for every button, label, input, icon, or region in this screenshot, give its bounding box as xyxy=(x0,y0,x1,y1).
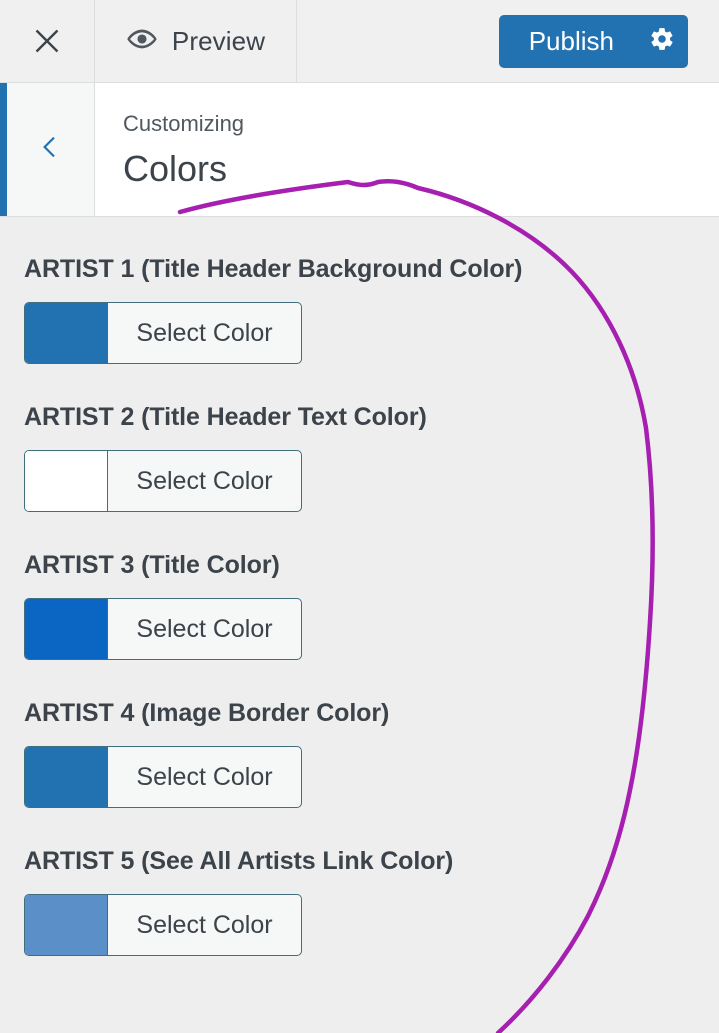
color-picker-artist-2[interactable]: Select Color xyxy=(24,450,302,512)
control-artist-4: ARTIST 4 (Image Border Color) Select Col… xyxy=(24,699,719,812)
preview-button-label: Preview xyxy=(171,25,266,56)
control-artist-5: ARTIST 5 (See All Artists Link Color) Se… xyxy=(24,847,719,960)
color-picker-artist-1[interactable]: Select Color xyxy=(24,302,302,364)
color-swatch[interactable] xyxy=(25,599,108,659)
chevron-left-icon xyxy=(37,133,65,166)
control-artist-1: ARTIST 1 (Title Header Background Color)… xyxy=(24,255,719,368)
color-picker-artist-3[interactable]: Select Color xyxy=(24,598,302,660)
preview-button[interactable]: Preview xyxy=(95,0,297,82)
customizer-topbar: Preview Publish xyxy=(0,0,719,83)
select-color-button[interactable]: Select Color xyxy=(108,895,301,955)
publish-area: Publish xyxy=(498,0,719,82)
close-customizer-button[interactable] xyxy=(0,0,95,82)
back-button[interactable] xyxy=(7,83,95,216)
color-picker-artist-4[interactable]: Select Color xyxy=(24,746,302,808)
panel-accent-bar xyxy=(0,83,7,216)
page-title: Colors xyxy=(123,147,228,189)
color-swatch[interactable] xyxy=(25,895,108,955)
color-swatch[interactable] xyxy=(25,303,108,363)
eye-icon xyxy=(126,23,158,60)
breadcrumb: Customizing xyxy=(123,110,245,136)
select-color-button[interactable]: Select Color xyxy=(108,451,301,511)
panel-header-text: Customizing Colors xyxy=(95,83,719,216)
select-color-button[interactable]: Select Color xyxy=(108,747,301,807)
publish-settings-button[interactable] xyxy=(636,15,688,68)
color-controls-list: ARTIST 1 (Title Header Background Color)… xyxy=(0,217,719,1033)
control-artist-2: ARTIST 2 (Title Header Text Color) Selec… xyxy=(24,403,719,516)
color-picker-artist-5[interactable]: Select Color xyxy=(24,894,302,956)
control-label: ARTIST 1 (Title Header Background Color) xyxy=(24,255,523,283)
color-swatch[interactable] xyxy=(25,747,108,807)
panel-header: Customizing Colors xyxy=(0,83,719,217)
publish-button[interactable]: Publish xyxy=(499,15,636,68)
gear-icon xyxy=(649,26,675,57)
select-color-button[interactable]: Select Color xyxy=(108,303,301,363)
control-label: ARTIST 4 (Image Border Color) xyxy=(24,699,390,727)
color-swatch[interactable] xyxy=(25,451,108,511)
control-label: ARTIST 2 (Title Header Text Color) xyxy=(24,403,427,431)
control-label: ARTIST 3 (Title Color) xyxy=(24,551,280,579)
customizer-screen: Preview Publish Customizing Colors ARTIS… xyxy=(0,0,719,1033)
publish-group: Publish xyxy=(498,14,688,68)
select-color-button[interactable]: Select Color xyxy=(108,599,301,659)
control-artist-3: ARTIST 3 (Title Color) Select Color xyxy=(24,551,719,664)
control-label: ARTIST 5 (See All Artists Link Color) xyxy=(24,847,454,875)
close-icon xyxy=(30,24,64,58)
